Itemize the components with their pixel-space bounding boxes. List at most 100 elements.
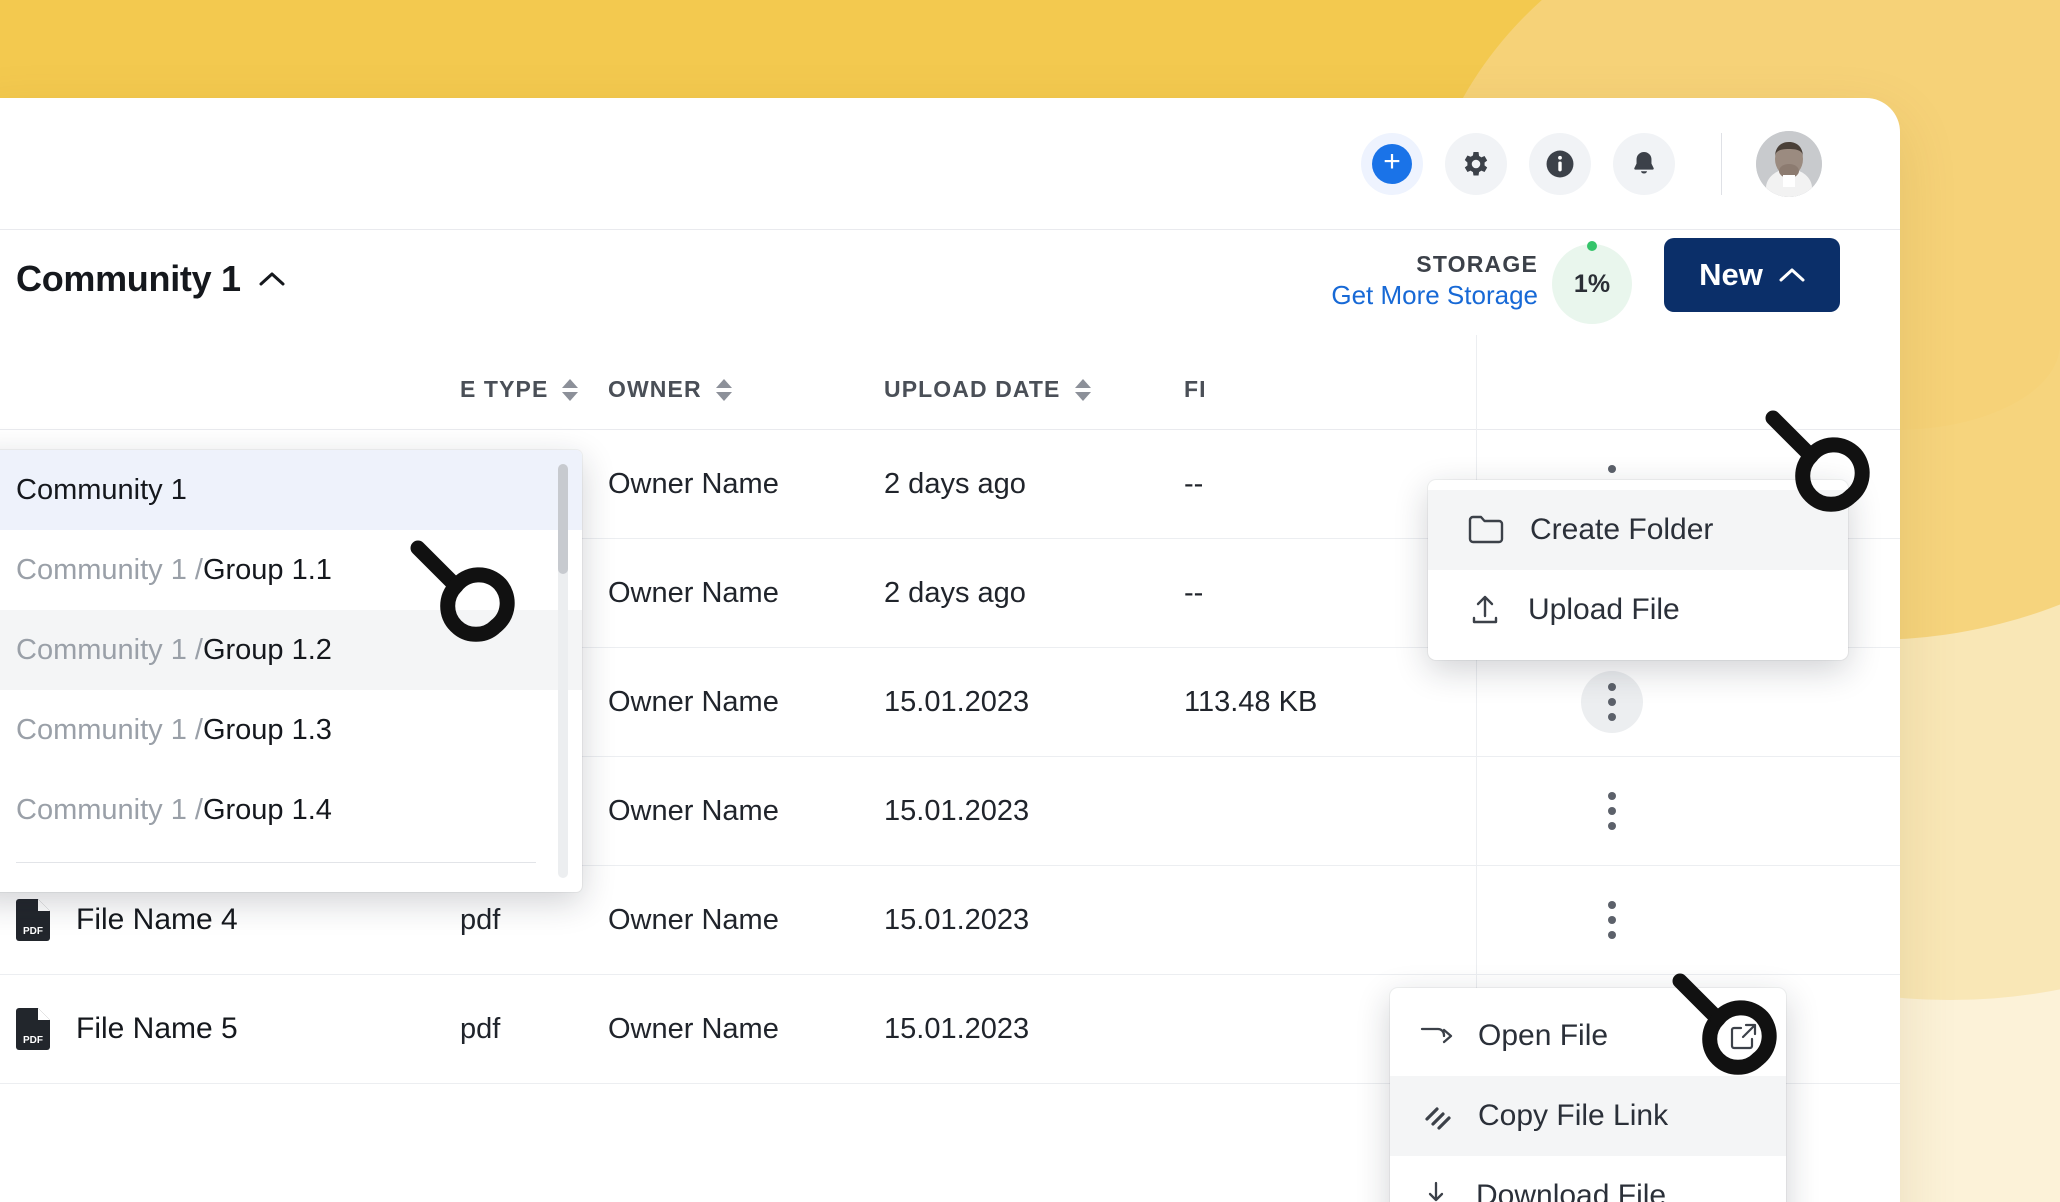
col-owner-header[interactable]: OWNER [608, 376, 884, 403]
top-bar: + [0, 98, 1900, 230]
owner-cell: Owner Name [608, 685, 779, 718]
menu-item-copy-file-link[interactable]: Copy File Link [1390, 1076, 1786, 1156]
link-icon [1425, 1107, 1451, 1130]
col-uploaddate-header[interactable]: UPLOAD DATE [884, 376, 1184, 403]
upload-date-cell: 15.01.2023 [884, 1012, 1030, 1045]
info-icon-button[interactable] [1529, 132, 1591, 195]
pdf-file-icon: PDF [16, 1008, 50, 1050]
app-window: + Community 1 STORAGE Get More Storage 1… [0, 98, 1900, 1202]
file-name-cell: PDF File Name 4 [0, 899, 460, 941]
owner-cell: Owner Name [608, 1012, 779, 1045]
pdf-file-icon: PDF [16, 899, 50, 941]
dropdown-scrollbar[interactable] [558, 464, 568, 878]
svg-text:PDF: PDF [23, 1035, 43, 1046]
row-menu-button[interactable] [1581, 889, 1643, 951]
community-menu-item[interactable]: Community 1 / Group 1.3 [0, 690, 582, 770]
upload-date-cell: 2 days ago [884, 467, 1026, 500]
upload-date-cell: 15.01.2023 [884, 903, 1030, 936]
upload-date-cell: 15.01.2023 [884, 794, 1030, 827]
chevron-up-icon [1779, 268, 1805, 282]
table-header-row: E TYPE OWNER UPLOAD DATE FI [0, 335, 1900, 444]
notifications-icon-button[interactable] [1613, 132, 1675, 195]
folder-icon [1468, 515, 1504, 544]
community-prefix: Community 1 / [16, 793, 203, 826]
get-more-storage-link[interactable]: Get More Storage [1331, 279, 1538, 312]
chevron-up-icon [259, 272, 285, 286]
page-title: Community 1 [16, 258, 241, 299]
file-name: File Name 4 [76, 903, 238, 936]
storage-label: STORAGE [1416, 251, 1538, 277]
gear-icon [1464, 151, 1488, 175]
sort-icon [562, 378, 579, 401]
community-prefix: Community 1 / [16, 553, 203, 586]
community-selector[interactable]: Community 1 [16, 258, 285, 300]
owner-cell: Owner Name [608, 576, 779, 609]
file-name: File Name 5 [76, 1012, 238, 1045]
owner-cell: Owner Name [608, 467, 779, 500]
sort-icon [715, 378, 732, 401]
file-context-menu: Open File Copy File Link Download File [1390, 988, 1786, 1202]
community-label: Group 1.3 [202, 713, 332, 746]
new-button-label: New [1699, 257, 1763, 292]
community-menu-item[interactable]: Community 1 / Group 1.4 [0, 770, 582, 850]
menu-item-download-file[interactable]: Download File [1390, 1156, 1786, 1202]
storage-progress-dot [1587, 241, 1597, 251]
row-actions-cell [1476, 865, 1746, 975]
menu-item-upload-file[interactable]: Upload File [1428, 570, 1848, 650]
community-label: Group 1.1 [202, 553, 332, 586]
menu-item-open-file[interactable]: Open File [1390, 996, 1786, 1076]
community-menu-item[interactable]: Community 1 / Group 1.2 [0, 610, 582, 690]
menu-item-label: Create Folder [1530, 513, 1714, 546]
upload-icon [1472, 595, 1498, 624]
col-actions-header [1476, 335, 1746, 444]
file-type-cell: pdf [460, 1012, 501, 1045]
community-label: Group 1.2 [202, 633, 332, 666]
menu-item-label: Upload File [1528, 593, 1680, 626]
file-size-cell: 113.48 KB [1184, 685, 1318, 718]
storage-percent: 1% [1573, 269, 1611, 298]
col-filesize-header[interactable]: FI [1184, 376, 1476, 403]
menu-item-label: Open File [1478, 1019, 1609, 1052]
menu-item-label: Copy File Link [1478, 1099, 1669, 1132]
download-icon [1428, 1181, 1444, 1202]
file-name-cell: PDF File Name 5 [0, 1008, 460, 1050]
community-label: Community 1 [16, 473, 187, 506]
file-type-cell: pdf [460, 903, 501, 936]
community-prefix: Community 1 / [16, 713, 203, 746]
owner-cell: Owner Name [608, 903, 779, 936]
avatar-image [1756, 130, 1822, 197]
topbar-divider [1721, 132, 1722, 195]
row-actions-cell [1476, 647, 1746, 757]
upload-date-cell: 2 days ago [884, 576, 1026, 609]
sort-icon [1074, 378, 1091, 401]
menu-item-create-folder[interactable]: Create Folder [1428, 490, 1848, 570]
row-menu-button[interactable] [1581, 780, 1643, 842]
avatar[interactable] [1756, 130, 1822, 197]
menu-divider [16, 862, 536, 863]
external-link-icon [1730, 1023, 1757, 1050]
col-filetype-header[interactable]: E TYPE [460, 376, 608, 403]
upload-date-cell: 15.01.2023 [884, 685, 1030, 718]
bell-icon [1634, 151, 1654, 173]
info-icon [1546, 150, 1574, 177]
new-dropdown-menu: Create Folder Upload File [1428, 480, 1848, 660]
plus-icon-button[interactable]: + [1361, 132, 1423, 195]
new-button[interactable]: New [1664, 238, 1840, 312]
community-menu-item[interactable]: Community 1 / Group 1.1 [0, 530, 582, 610]
plus-icon: + [1372, 143, 1412, 184]
menu-item-label: Download File [1476, 1179, 1667, 1202]
row-menu-button[interactable] [1580, 671, 1643, 733]
community-prefix: Community 1 / [16, 633, 203, 666]
community-menu-item[interactable]: Community 2 [0, 875, 582, 892]
storage-usage-ring: 1% [1552, 241, 1632, 324]
row-actions-cell [1476, 756, 1746, 866]
col-filetype-label: E TYPE [460, 376, 549, 402]
col-uploaddate-label: UPLOAD DATE [884, 376, 1061, 402]
community-menu-item[interactable]: Community 1 [0, 450, 582, 530]
svg-text:PDF: PDF [23, 926, 43, 937]
dropdown-scrollbar-thumb[interactable] [558, 464, 568, 574]
community-label: Group 1.4 [202, 793, 332, 826]
col-filesize-label: FI [1184, 376, 1207, 402]
storage-info: STORAGE Get More Storage [1331, 250, 1538, 313]
settings-icon-button[interactable] [1445, 132, 1507, 195]
